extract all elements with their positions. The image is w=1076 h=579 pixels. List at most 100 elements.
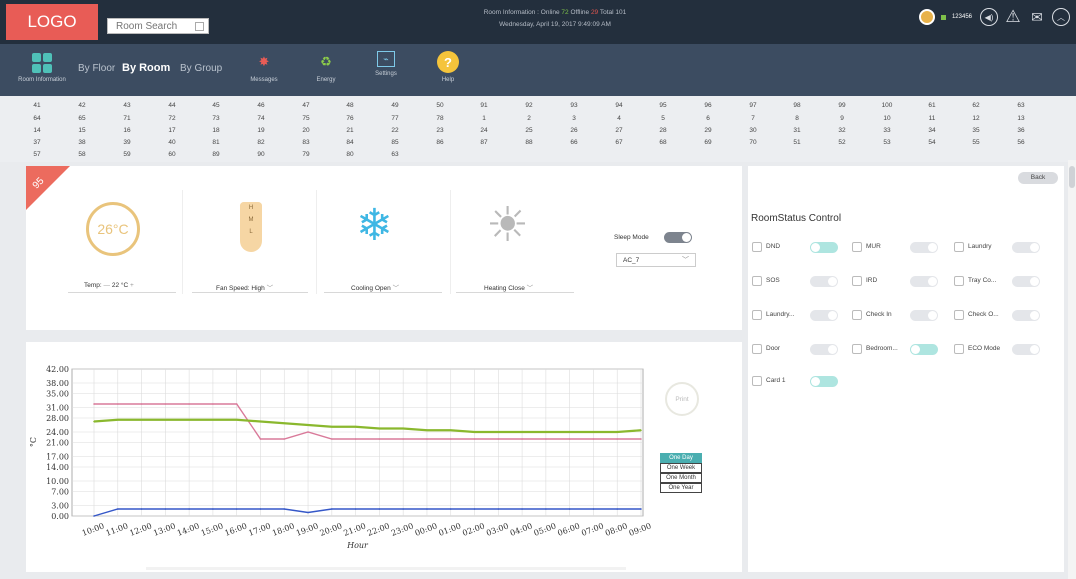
room-status-toggle[interactable] <box>910 344 938 355</box>
room-number[interactable]: 25 <box>514 127 544 134</box>
room-number[interactable]: 48 <box>335 102 365 109</box>
search-icon[interactable] <box>195 22 204 31</box>
room-number[interactable]: 95 <box>648 102 678 109</box>
room-status-toggle[interactable] <box>1012 276 1040 287</box>
period-one-day[interactable]: One Day <box>660 453 702 463</box>
room-number[interactable]: 8 <box>782 115 812 122</box>
speaker-icon[interactable]: ◀) <box>980 8 998 26</box>
room-number[interactable]: 27 <box>604 127 634 134</box>
period-one-week[interactable]: One Week <box>660 463 702 473</box>
room-number[interactable]: 56 <box>1006 139 1036 146</box>
ac-select[interactable]: AC_7 ﹀ <box>616 253 696 267</box>
room-number[interactable]: 52 <box>827 139 857 146</box>
chevron-down-icon[interactable]: ﹀ <box>393 285 400 292</box>
room-status-toggle[interactable] <box>810 242 838 253</box>
room-number[interactable]: 64 <box>22 115 52 122</box>
room-number[interactable]: 63 <box>1006 102 1036 109</box>
room-number[interactable]: 97 <box>738 102 768 109</box>
room-number[interactable]: 85 <box>380 139 410 146</box>
room-number[interactable]: 31 <box>782 127 812 134</box>
heating-control[interactable]: Heating Close ﹀ <box>484 282 533 292</box>
room-number[interactable]: 49 <box>380 102 410 109</box>
room-number[interactable]: 100 <box>872 102 902 109</box>
room-number[interactable]: 12 <box>961 115 991 122</box>
period-one-month[interactable]: One Month <box>660 473 702 483</box>
room-number[interactable]: 1 <box>469 115 499 122</box>
room-number[interactable]: 89 <box>201 151 231 158</box>
room-status-toggle[interactable] <box>810 344 838 355</box>
room-status-toggle[interactable] <box>1012 242 1040 253</box>
room-number[interactable]: 17 <box>157 127 187 134</box>
room-number[interactable]: 67 <box>604 139 634 146</box>
room-search[interactable] <box>107 18 209 34</box>
room-number[interactable]: 92 <box>514 102 544 109</box>
room-number[interactable]: 78 <box>425 115 455 122</box>
room-number[interactable]: 13 <box>1006 115 1036 122</box>
scrollbar-thumb[interactable] <box>1069 166 1075 188</box>
room-number[interactable]: 96 <box>693 102 723 109</box>
room-number[interactable]: 11 <box>917 115 947 122</box>
fan-speed-control[interactable]: Fan Speed: High ﹀ <box>216 282 273 292</box>
room-number[interactable]: 15 <box>67 127 97 134</box>
cooling-control[interactable]: Cooling Open ﹀ <box>351 282 399 292</box>
room-number[interactable]: 63 <box>380 151 410 158</box>
room-number[interactable]: 51 <box>782 139 812 146</box>
room-number[interactable]: 68 <box>648 139 678 146</box>
room-number[interactable]: 80 <box>335 151 365 158</box>
room-number[interactable]: 4 <box>604 115 634 122</box>
room-number[interactable]: 2 <box>514 115 544 122</box>
room-number[interactable]: 23 <box>425 127 455 134</box>
tab-by-floor[interactable]: By Floor <box>78 63 115 74</box>
chevron-down-icon[interactable]: ﹀ <box>527 285 534 292</box>
room-number[interactable]: 83 <box>291 139 321 146</box>
room-number[interactable]: 14 <box>22 127 52 134</box>
chevron-down-icon[interactable]: ﹀ <box>682 255 689 265</box>
room-number[interactable]: 16 <box>112 127 142 134</box>
chevron-up-icon[interactable]: ︿ <box>1052 8 1070 26</box>
room-number[interactable]: 71 <box>112 115 142 122</box>
nav-energy[interactable]: ♻ Energy <box>304 51 348 83</box>
room-status-toggle[interactable] <box>910 242 938 253</box>
room-number[interactable]: 70 <box>738 139 768 146</box>
room-search-input[interactable] <box>108 19 190 33</box>
room-number[interactable]: 93 <box>559 102 589 109</box>
room-number[interactable]: 73 <box>201 115 231 122</box>
room-number[interactable]: 44 <box>157 102 187 109</box>
heating-value[interactable]: Close <box>508 285 525 292</box>
temp-plus-button[interactable]: + <box>130 282 134 289</box>
room-number[interactable]: 61 <box>917 102 947 109</box>
room-number[interactable]: 32 <box>827 127 857 134</box>
room-number[interactable]: 76 <box>335 115 365 122</box>
room-number[interactable]: 34 <box>917 127 947 134</box>
room-number[interactable]: 82 <box>246 139 276 146</box>
room-number[interactable]: 65 <box>67 115 97 122</box>
room-number[interactable]: 91 <box>469 102 499 109</box>
nav-room-information[interactable]: Room Information <box>14 53 70 83</box>
cooling-value[interactable]: Open <box>375 285 391 292</box>
room-number[interactable]: 72 <box>157 115 187 122</box>
room-number[interactable]: 21 <box>335 127 365 134</box>
room-status-toggle[interactable] <box>810 310 838 321</box>
room-number[interactable]: 6 <box>693 115 723 122</box>
room-number[interactable]: 24 <box>469 127 499 134</box>
room-status-toggle[interactable] <box>1012 344 1040 355</box>
tab-by-group[interactable]: By Group <box>180 63 222 74</box>
room-number[interactable]: 38 <box>67 139 97 146</box>
period-one-year[interactable]: One Year <box>660 483 702 493</box>
print-button[interactable]: Print <box>665 382 699 416</box>
room-number[interactable]: 69 <box>693 139 723 146</box>
room-number[interactable]: 99 <box>827 102 857 109</box>
room-number[interactable]: 41 <box>22 102 52 109</box>
room-number[interactable]: 55 <box>961 139 991 146</box>
room-number[interactable]: 54 <box>917 139 947 146</box>
room-number[interactable]: 98 <box>782 102 812 109</box>
room-number[interactable]: 94 <box>604 102 634 109</box>
room-number[interactable]: 59 <box>112 151 142 158</box>
room-number[interactable]: 36 <box>1006 127 1036 134</box>
room-number[interactable]: 10 <box>872 115 902 122</box>
room-number[interactable]: 47 <box>291 102 321 109</box>
room-number[interactable]: 88 <box>514 139 544 146</box>
room-number[interactable]: 35 <box>961 127 991 134</box>
room-number[interactable]: 18 <box>201 127 231 134</box>
snowflake-icon[interactable]: ❄ <box>356 204 393 248</box>
